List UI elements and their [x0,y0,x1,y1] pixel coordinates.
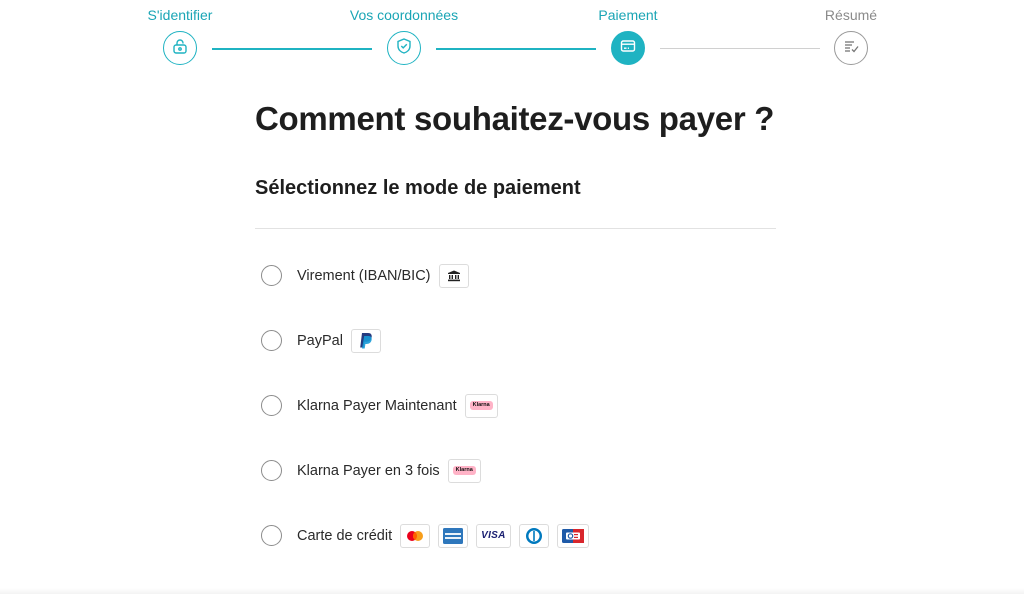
paypal-icon [350,328,381,353]
step-label: S'identifier [147,7,213,23]
klarna-logo-text: Klarna [452,466,476,475]
radio-button[interactable] [261,265,282,286]
shield-check-icon [395,37,413,60]
checkout-stepper: S'identifier Vos coordonnées Paiement Ré… [0,0,1024,80]
payment-methods-list: Virement (IBAN/BIC) PayPal Klarna Payer … [255,243,777,568]
step-label: Résumé [824,7,878,23]
diners-icon [518,523,549,548]
klarna-logo-text: Klarna [469,401,493,410]
step-details[interactable]: Vos coordonnées [324,0,484,70]
payment-method-label: PayPal [297,332,343,349]
klarna-icon: Klarna [464,393,498,418]
mastercard-icon [400,523,431,548]
lock-icon [171,37,189,60]
radio-button[interactable] [261,525,282,546]
bottom-fade [0,588,1024,594]
step-circle [163,31,197,65]
payment-method-label: Carte de crédit [297,527,393,544]
payment-method-label: Virement (IBAN/BIC) [297,267,431,284]
visa-logo-text: VISA [481,530,506,541]
payment-method-klarna-3x[interactable]: Klarna Payer en 3 fois Klarna [255,438,777,503]
payment-section: Comment souhaitez-vous payer ? Sélection… [255,96,777,568]
step-circle [387,31,421,65]
visa-icon: VISA [476,523,511,548]
step-label: Paiement [598,7,658,23]
payment-method-paypal[interactable]: PayPal [255,308,777,373]
step-circle [611,31,645,65]
step-summary[interactable]: Résumé [771,0,931,70]
document-check-icon [842,37,860,60]
payment-method-credit-card[interactable]: Carte de crédit VISA [255,503,777,568]
cb-icon [556,523,589,548]
bank-icon [438,263,469,288]
radio-button[interactable] [261,460,282,481]
page-title: Comment souhaitez-vous payer ? [255,100,775,137]
divider [255,228,776,229]
step-circle [834,31,868,65]
step-identify[interactable]: S'identifier [100,0,260,70]
payment-method-klarna-now[interactable]: Klarna Payer Maintenant Klarna [255,373,777,438]
credit-card-icon [619,37,637,60]
step-payment[interactable]: Paiement [548,0,708,70]
klarna-icon: Klarna [447,458,481,483]
radio-button[interactable] [261,330,282,351]
payment-method-label: Klarna Payer en 3 fois [297,462,440,479]
step-label: Vos coordonnées [349,7,459,23]
amex-icon [438,523,469,548]
payment-method-label: Klarna Payer Maintenant [297,397,457,414]
radio-button[interactable] [261,395,282,416]
section-title: Sélectionnez le mode de paiement [255,177,581,199]
payment-method-bank-transfer[interactable]: Virement (IBAN/BIC) [255,243,777,308]
